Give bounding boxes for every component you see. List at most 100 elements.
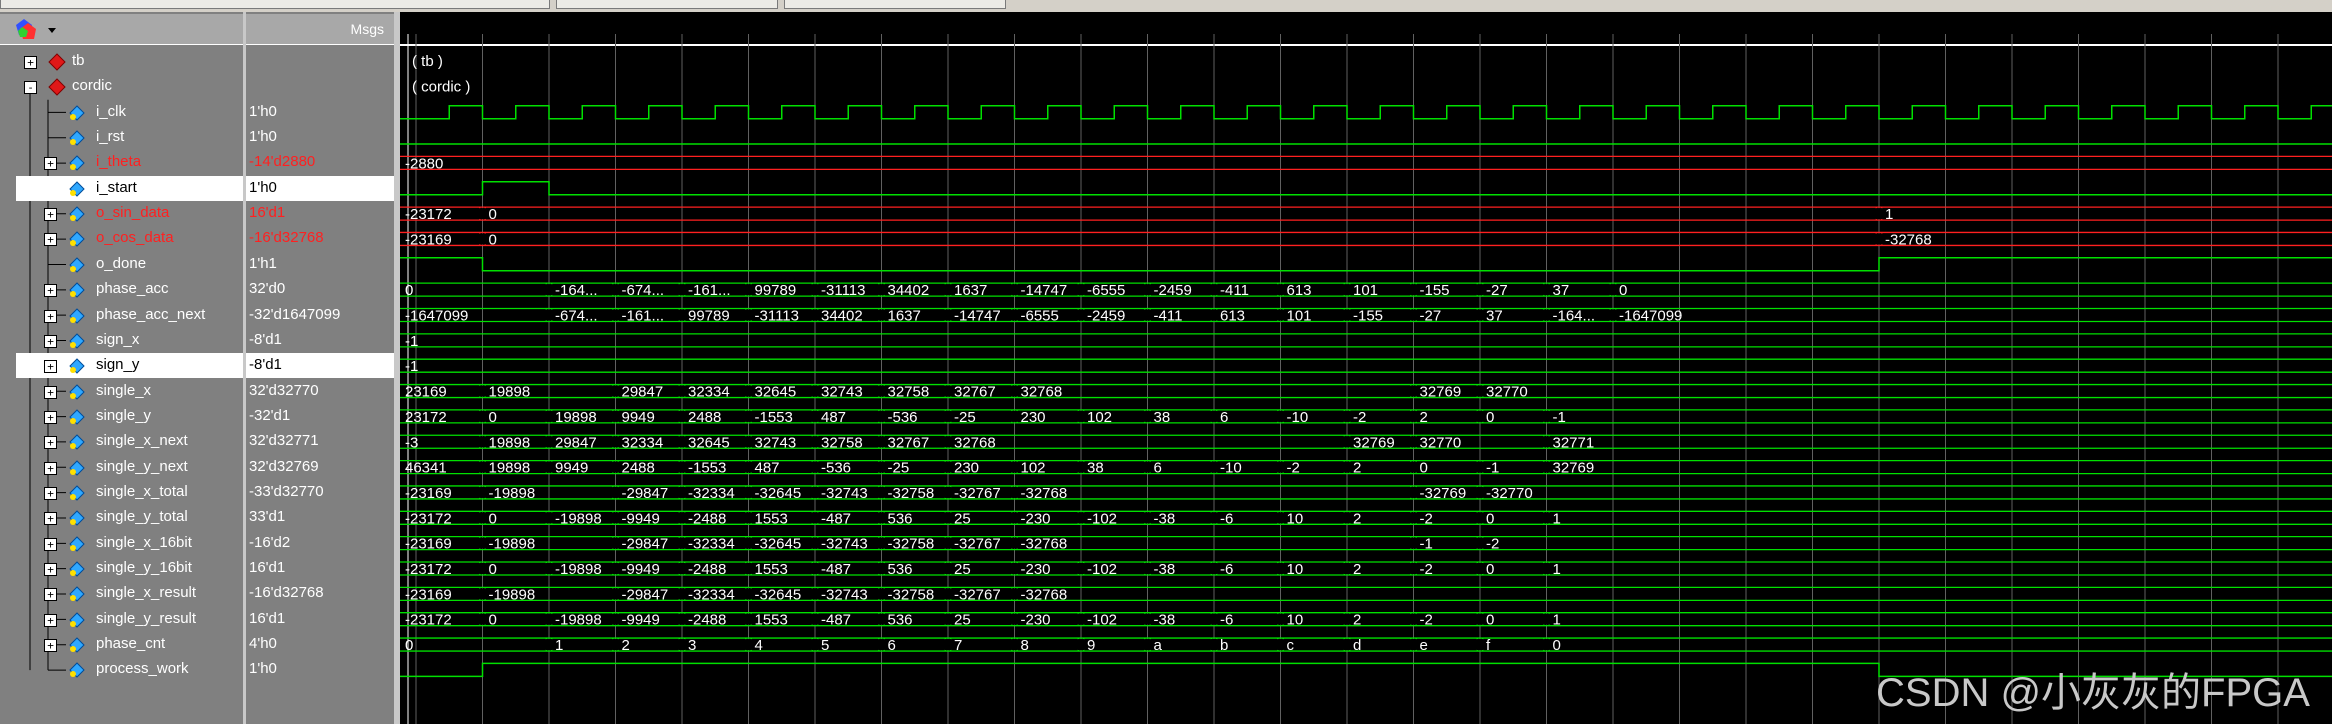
expand-icon[interactable]: + bbox=[44, 334, 57, 348]
expand-icon[interactable]: + bbox=[44, 233, 57, 247]
expand-icon[interactable]: + bbox=[44, 360, 57, 374]
expand-icon[interactable]: + bbox=[44, 208, 57, 222]
signal-value: 16'd1 bbox=[249, 204, 286, 222]
signal-row-sign_y[interactable]: + sign_y -8'd1 bbox=[0, 353, 394, 379]
bus-value: 0 bbox=[1486, 561, 1494, 578]
signal-row-i_clk[interactable]: i_clk 1'h0 bbox=[0, 100, 394, 125]
bus-value: 2 bbox=[1353, 510, 1361, 527]
expand-icon[interactable]: + bbox=[44, 613, 57, 627]
bus-value: -38 bbox=[1154, 561, 1176, 578]
signal-name: phase_acc bbox=[96, 280, 169, 298]
bus-value: 1637 bbox=[954, 282, 987, 299]
bus-transition-gap bbox=[1011, 284, 1018, 296]
expand-icon[interactable]: + bbox=[44, 309, 57, 323]
signal-value: 32'd32770 bbox=[249, 381, 319, 399]
signal-icon-wrap bbox=[48, 78, 66, 97]
bus-transition-gap bbox=[1277, 410, 1284, 422]
signal-row-i_theta[interactable]: + i_theta -14'd2880 bbox=[0, 150, 394, 175]
bus-value: -536 bbox=[821, 460, 851, 477]
bus-value: 29847 bbox=[555, 434, 597, 451]
expand-icon[interactable]: + bbox=[44, 461, 57, 475]
signal-name: single_x_16bit bbox=[96, 533, 192, 551]
expand-icon[interactable]: + bbox=[44, 512, 57, 526]
signal-row-phase_cnt[interactable]: + phase_cnt 4'h0 bbox=[0, 632, 394, 657]
signal-row-i_rst[interactable]: i_rst 1'h0 bbox=[0, 125, 394, 150]
bus-transition-gap bbox=[1078, 613, 1084, 625]
bus-transition-gap bbox=[612, 461, 619, 473]
bus-transition-gap bbox=[612, 613, 619, 625]
signal-row-single_x_total[interactable]: + single_x_total -33'd32770 bbox=[0, 480, 394, 505]
bus-transition-gap bbox=[812, 512, 818, 524]
bus-transition-gap bbox=[745, 461, 752, 473]
bus-transition-gap bbox=[945, 563, 951, 574]
signal-row-o_sin_data[interactable]: + o_sin_data 16'd1 bbox=[0, 201, 394, 226]
signal-row-tb[interactable]: + tb bbox=[0, 49, 394, 74]
bus-value: 32758 bbox=[821, 434, 863, 451]
expand-icon[interactable]: + bbox=[44, 385, 57, 399]
bus-value: -9949 bbox=[622, 612, 660, 629]
bus-value: -674... bbox=[555, 308, 598, 325]
bus-value: 32334 bbox=[688, 384, 730, 401]
signal-icon-wrap bbox=[68, 661, 86, 679]
bus-value: -31113 bbox=[821, 282, 865, 299]
bus-transition-gap bbox=[945, 385, 951, 397]
bus-transition-gap bbox=[546, 512, 552, 524]
signal-row-single_y_result[interactable]: + single_y_result 16'd1 bbox=[0, 607, 394, 632]
bus-transition-gap bbox=[1410, 486, 1417, 498]
bus-value: 32767 bbox=[954, 384, 996, 401]
bus-value: 0 bbox=[1486, 409, 1494, 426]
bus-transition-gap bbox=[1011, 613, 1018, 625]
waveforms: ( tb )( cordic )-2880-23172 0 1-23169 0 -327… bbox=[400, 34, 2332, 724]
signal-row-sign_x[interactable]: + sign_x -8'd1 bbox=[0, 328, 394, 353]
signal-value: 32'd32771 bbox=[249, 432, 319, 450]
signal-row-single_y_total[interactable]: + single_y_total 33'd1 bbox=[0, 505, 394, 530]
bus-transition-gap bbox=[1011, 588, 1018, 600]
signal-icon-wrap bbox=[68, 433, 86, 451]
bus-value: 0 bbox=[489, 510, 497, 527]
bus-value: -2488 bbox=[688, 510, 726, 527]
expand-icon[interactable]: + bbox=[44, 537, 57, 551]
expand-icon[interactable]: + bbox=[44, 436, 57, 450]
expand-icon[interactable]: + bbox=[44, 284, 57, 298]
bus-value: 0 bbox=[1420, 460, 1428, 477]
bus-transition-gap bbox=[745, 613, 752, 625]
expand-icon[interactable]: + bbox=[44, 410, 57, 424]
bus-transition-gap bbox=[1477, 613, 1483, 625]
collapse-icon[interactable]: - bbox=[24, 81, 37, 95]
bus-value: 29847 bbox=[622, 384, 664, 401]
signal-row-single_x_16bit[interactable]: + single_x_16bit -16'd2 bbox=[0, 531, 394, 556]
expand-icon[interactable]: + bbox=[44, 157, 57, 171]
expand-icon[interactable]: + bbox=[44, 639, 57, 653]
signal-row-single_x_next[interactable]: + single_x_next 32'd32771 bbox=[0, 429, 394, 454]
bus-value: -161... bbox=[622, 308, 665, 325]
expand-icon[interactable]: + bbox=[24, 56, 37, 69]
signal-row-phase_acc_next[interactable]: + phase_acc_next -32'd1647099 bbox=[0, 303, 394, 328]
wave-label-cordic: ( cordic ) bbox=[412, 78, 470, 95]
signal-row-single_y_next[interactable]: + single_y_next 32'd32769 bbox=[0, 455, 394, 480]
signal-row-single_y_16bit[interactable]: + single_y_16bit 16'd1 bbox=[0, 556, 394, 581]
bus-transition-gap bbox=[1078, 461, 1084, 473]
signal-row-process_work[interactable]: process_work 1'h0 bbox=[0, 657, 394, 682]
signal-row-single_x_result[interactable]: + single_x_result -16'd32768 bbox=[0, 581, 394, 606]
signal-row-single_y[interactable]: + single_y -32'd1 bbox=[0, 404, 394, 429]
expand-icon[interactable]: + bbox=[44, 563, 57, 576]
bus-value: 230 bbox=[954, 460, 979, 477]
signal-value: -16'd2 bbox=[249, 533, 291, 551]
bus-value: -19898 bbox=[489, 586, 536, 603]
bus-value: -19898 bbox=[489, 536, 536, 553]
expand-icon[interactable]: + bbox=[44, 588, 57, 602]
bus-transition-gap bbox=[945, 512, 951, 524]
signal-row-o_done[interactable]: o_done 1'h1 bbox=[0, 252, 394, 277]
signal-value: -16'd32768 bbox=[249, 229, 324, 247]
signal-row-single_x[interactable]: + single_x 32'd32770 bbox=[0, 379, 394, 404]
signal-row-cordic[interactable]: - cordic bbox=[0, 74, 394, 99]
bus-value: 32645 bbox=[688, 434, 730, 451]
expand-icon[interactable]: + bbox=[44, 486, 57, 500]
bus-transition-gap bbox=[878, 512, 885, 524]
signal-icon-wrap bbox=[68, 535, 86, 553]
bus-value: 2 bbox=[1353, 561, 1361, 578]
signal-row-i_start[interactable]: i_start 1'h0 bbox=[0, 175, 394, 201]
signal-name: o_done bbox=[96, 254, 147, 272]
signal-row-o_cos_data[interactable]: + o_cos_data -16'd32768 bbox=[0, 226, 394, 251]
signal-row-phase_acc[interactable]: + phase_acc 32'd0 bbox=[0, 277, 394, 302]
